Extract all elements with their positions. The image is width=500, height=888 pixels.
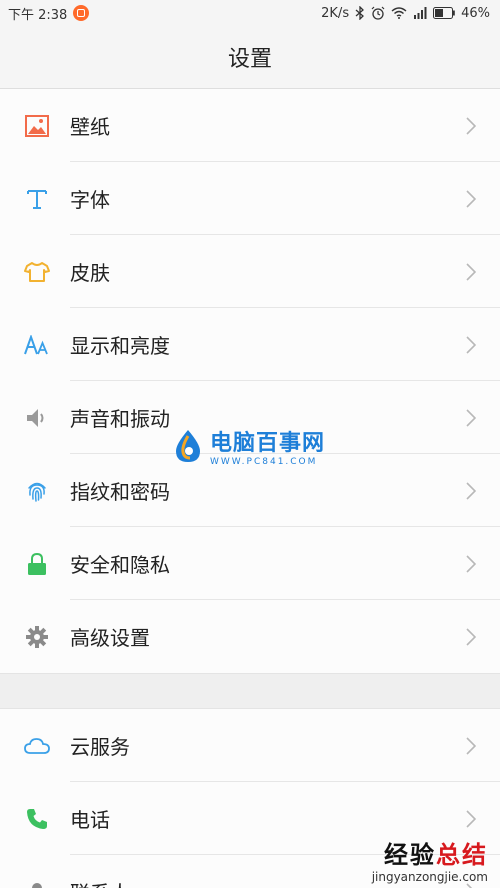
chevron-right-icon <box>464 407 478 429</box>
corner-watermark-title-b: 总结 <box>436 841 488 869</box>
corner-watermark: 经验总结 jingyanzongjie.com <box>372 835 488 884</box>
speaker-icon <box>24 405 50 431</box>
wifi-icon <box>391 7 407 19</box>
settings-item-label: 云服务 <box>70 735 130 759</box>
status-bar: 下午 2:38 2K/s 46% <box>0 0 500 26</box>
settings-item-label: 壁纸 <box>70 115 110 139</box>
settings-item-label: 指纹和密码 <box>70 480 170 504</box>
chevron-right-icon <box>464 626 478 648</box>
settings-item-security-privacy[interactable]: 安全和隐私 <box>0 527 500 600</box>
battery-percent: 46% <box>461 5 490 21</box>
wallpaper-icon <box>24 113 50 139</box>
corner-watermark-title-a: 经验 <box>384 841 436 869</box>
settings-item-fingerprint-password[interactable]: 指纹和密码 <box>0 454 500 527</box>
settings-item-label: 字体 <box>70 188 110 212</box>
chevron-right-icon <box>464 553 478 575</box>
page-title: 设置 <box>227 47 272 72</box>
settings-item-advanced[interactable]: 高级设置 <box>0 600 500 673</box>
chevron-right-icon <box>464 334 478 356</box>
settings-item-label: 显示和亮度 <box>70 334 170 358</box>
settings-item-cloud-service[interactable]: 云服务 <box>0 709 500 782</box>
settings-item-label: 皮肤 <box>70 261 110 285</box>
chevron-right-icon <box>464 480 478 502</box>
fingerprint-icon <box>24 478 50 504</box>
skin-icon <box>24 259 50 285</box>
settings-screen: 下午 2:38 2K/s 46% 设置 壁纸 字体 皮肤 显示和亮度 声音和振动… <box>0 0 500 888</box>
settings-item-label: 安全和隐私 <box>70 553 170 577</box>
settings-group-display: 壁纸 字体 皮肤 显示和亮度 声音和振动 指纹和密码 安全和隐私 高级设置 <box>0 89 500 673</box>
status-right: 2K/s 46% <box>321 6 490 21</box>
settings-item-sound-vibration[interactable]: 声音和振动 <box>0 381 500 454</box>
chevron-right-icon <box>464 188 478 210</box>
battery-icon <box>433 7 455 19</box>
settings-item-font[interactable]: 字体 <box>0 162 500 235</box>
gear-icon <box>24 624 50 650</box>
corner-watermark-title: 经验总结 <box>372 835 488 870</box>
phone-icon <box>24 806 50 832</box>
settings-item-label: 电话 <box>70 808 110 832</box>
settings-item-label: 高级设置 <box>70 626 150 650</box>
chevron-right-icon <box>464 261 478 283</box>
settings-item-skin[interactable]: 皮肤 <box>0 235 500 308</box>
font-icon <box>24 186 50 212</box>
corner-watermark-url: jingyanzongjie.com <box>371 870 488 884</box>
contacts-icon <box>24 879 50 888</box>
settings-item-wallpaper[interactable]: 壁纸 <box>0 89 500 162</box>
display-brightness-icon <box>24 332 50 358</box>
status-left: 下午 2:38 <box>8 4 90 23</box>
cloud-icon <box>24 733 50 759</box>
section-gap <box>0 673 500 709</box>
chevron-right-icon <box>464 735 478 757</box>
network-speed: 2K/s <box>321 5 350 21</box>
status-time: 下午 2:38 <box>8 7 68 23</box>
chevron-right-icon <box>464 115 478 137</box>
bluetooth-icon <box>355 6 365 20</box>
alarm-icon <box>371 6 385 20</box>
signal-icon <box>414 7 427 19</box>
page-title-bar: 设置 <box>0 26 500 89</box>
settings-item-label: 声音和振动 <box>70 407 170 431</box>
settings-item-display-brightness[interactable]: 显示和亮度 <box>0 308 500 381</box>
lock-icon <box>24 551 50 577</box>
notification-icon <box>73 5 90 21</box>
chevron-right-icon <box>464 808 478 830</box>
